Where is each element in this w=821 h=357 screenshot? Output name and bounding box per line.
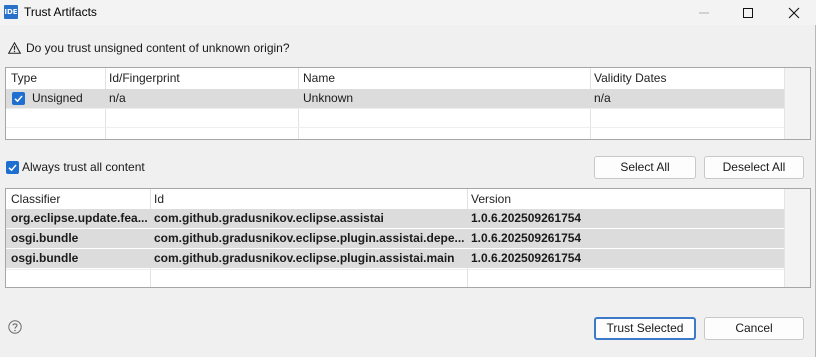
row-divider	[6, 248, 784, 249]
cell-name: Unknown	[303, 91, 354, 105]
minimize-button[interactable]	[681, 0, 726, 25]
cell-version: 1.0.6.202509261754	[471, 251, 582, 265]
cell-id: n/a	[109, 91, 126, 105]
cell-classifier: org.eclipse.update.fea...	[11, 211, 148, 225]
vertical-scrollbar[interactable]	[784, 189, 810, 287]
row-divider	[6, 269, 784, 270]
help-icon	[8, 320, 22, 334]
row-divider	[6, 228, 784, 229]
title-bar: IDE Trust Artifacts	[0, 0, 816, 25]
cell-version: 1.0.6.202509261754	[471, 231, 582, 245]
header-type[interactable]: Type	[11, 68, 37, 88]
header-name[interactable]: Name	[303, 68, 335, 88]
table-row[interactable]: osgi.bundle com.github.gradusnikov.eclip…	[6, 229, 784, 248]
checkbox-box[interactable]	[6, 161, 19, 174]
cell-classifier: osgi.bundle	[11, 251, 79, 265]
checkmark-icon	[14, 95, 23, 103]
header-id-fingerprint[interactable]: Id/Fingerprint	[109, 68, 180, 88]
row-divider	[6, 127, 784, 128]
close-icon	[788, 7, 799, 19]
checkmark-icon	[8, 164, 17, 172]
always-trust-label: Always trust all content	[22, 160, 145, 174]
header-id[interactable]: Id	[154, 189, 164, 209]
row-divider	[6, 108, 784, 109]
cell-id: com.github.gradusnikov.eclipse.plugin.as…	[154, 231, 465, 245]
window-title: Trust Artifacts	[24, 5, 97, 19]
cell-id: com.github.gradusnikov.eclipse.plugin.as…	[154, 251, 455, 265]
cell-validity: n/a	[594, 91, 611, 105]
app-icon: IDE	[4, 5, 18, 19]
select-all-button[interactable]: Select All	[594, 156, 696, 179]
cancel-button[interactable]: Cancel	[704, 317, 804, 340]
trust-artifacts-dialog: IDE Trust Artifacts Do you trust unsigne…	[0, 0, 816, 357]
trust-table[interactable]: Type Id/Fingerprint Name Validity Dates …	[5, 67, 811, 140]
cell-id: com.github.gradusnikov.eclipse.assistai	[154, 211, 384, 225]
vertical-scrollbar[interactable]	[784, 68, 810, 139]
question-text: Do you trust unsigned content of unknown…	[26, 41, 290, 55]
deselect-all-button[interactable]: Deselect All	[704, 156, 804, 179]
header-version[interactable]: Version	[471, 189, 511, 209]
close-button[interactable]	[771, 0, 816, 25]
maximize-icon	[742, 8, 753, 18]
header-classifier[interactable]: Classifier	[11, 189, 60, 209]
trust-selected-button[interactable]: Trust Selected	[594, 317, 696, 340]
row-checkbox[interactable]	[12, 92, 25, 105]
warning-icon	[8, 42, 21, 54]
table-row[interactable]: org.eclipse.update.fea... com.github.gra…	[6, 209, 784, 228]
table-row[interactable]: osgi.bundle com.github.gradusnikov.eclip…	[6, 249, 784, 268]
help-button[interactable]	[8, 320, 22, 337]
minimize-icon	[698, 12, 709, 14]
cell-version: 1.0.6.202509261754	[471, 211, 582, 225]
header-validity-dates[interactable]: Validity Dates	[594, 68, 666, 88]
maximize-button[interactable]	[725, 0, 770, 25]
cell-classifier: osgi.bundle	[11, 231, 79, 245]
artifact-table[interactable]: Classifier Id Version org.eclipse.update…	[5, 188, 811, 288]
table-row[interactable]: Unsigned n/a Unknown n/a	[6, 89, 784, 108]
cell-type: Unsigned	[32, 91, 83, 105]
